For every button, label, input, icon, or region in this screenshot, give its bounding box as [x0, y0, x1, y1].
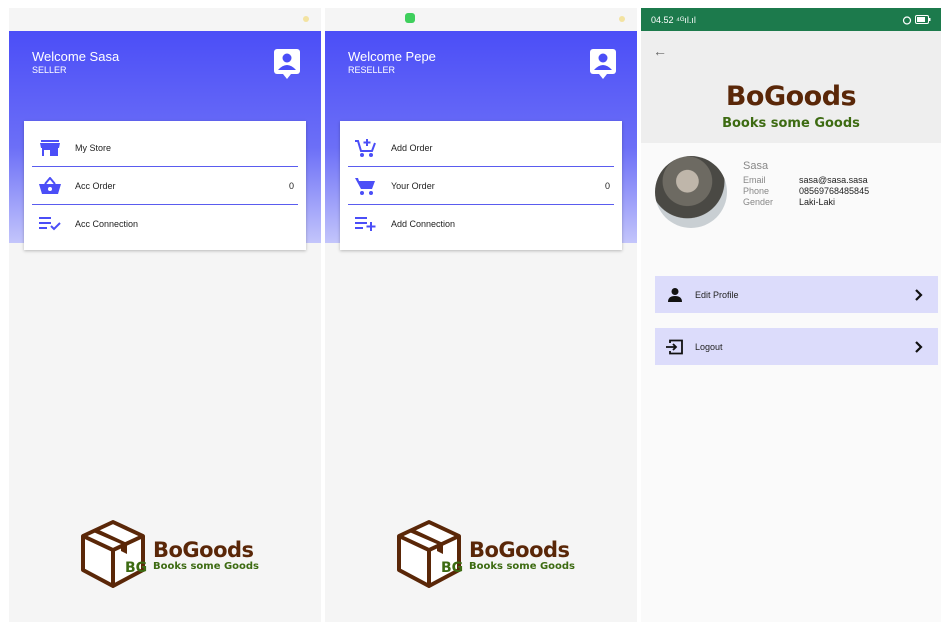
menu-label: Acc Order: [75, 180, 116, 191]
role-text: SELLER: [32, 65, 67, 75]
basket-icon: [39, 175, 61, 197]
menu-item-acc-order[interactable]: Acc Order 0: [32, 167, 298, 205]
edit-profile-button[interactable]: Edit Profile: [655, 276, 938, 313]
welcome-header: Welcome Sasa SELLER My Store Acc Order 0: [9, 31, 321, 250]
bogoods-logo: BG BoGoods Books some Goods: [77, 518, 267, 593]
brand-tagline: Books some Goods: [153, 561, 260, 572]
welcome-header: Welcome Pepe RESELLER Add Order Your Ord…: [325, 31, 637, 250]
menu-label: Acc Connection: [75, 219, 139, 229]
brand-name: BoGoods: [153, 538, 254, 562]
menu-label: Logout: [695, 341, 723, 352]
menu-label: Add Order: [391, 142, 433, 153]
status-bar: 04.52 ⁴ᴳıl.ıl: [641, 8, 941, 31]
cart-icon: [355, 175, 377, 197]
box-logo-icon: BG: [397, 520, 463, 588]
alarm-icon: [902, 15, 912, 25]
chevron-right-icon: [915, 288, 923, 301]
contact-profile-icon[interactable]: [589, 48, 617, 80]
welcome-text: Welcome Sasa: [32, 49, 120, 64]
seller-menu-card: My Store Acc Order 0 Acc Connection: [24, 121, 306, 250]
box-logo-icon: BG: [81, 520, 147, 588]
box-letters: BG: [125, 560, 147, 576]
logout-button[interactable]: Logout: [655, 328, 938, 365]
battery-icon: [915, 15, 931, 24]
profile-field-email: Email sasa@sasa.sasa: [743, 175, 869, 186]
menu-label: My Store: [75, 142, 112, 153]
brand-name: BoGoods: [725, 81, 857, 112]
brand-name: BoGoods: [469, 538, 570, 562]
profile-banner: ← BoGoods Books some Goods: [641, 31, 941, 143]
reseller-home-screen: Welcome Pepe RESELLER Add Order Your Ord…: [325, 8, 637, 622]
role-text: RESELLER: [348, 65, 396, 75]
brand-tagline: Books some Goods: [469, 561, 576, 572]
cart-plus-icon: [355, 137, 377, 159]
profile-field-phone: Phone 08569768485845: [743, 186, 869, 197]
status-dot: [303, 16, 309, 22]
menu-label: Your Order: [391, 180, 435, 191]
menu-label: Add Connection: [391, 219, 456, 229]
back-arrow-icon[interactable]: ←: [653, 43, 667, 59]
status-bar: [325, 8, 637, 31]
menu-item-add-connection[interactable]: Add Connection: [348, 205, 614, 243]
field-label: Gender: [743, 197, 774, 207]
field-value: Laki-Laki: [799, 197, 836, 207]
seller-home-screen: Welcome Sasa SELLER My Store Acc Order 0: [9, 8, 321, 622]
status-time: 04.52: [651, 14, 674, 25]
person-icon: [665, 285, 685, 305]
box-letters: BG: [441, 560, 463, 576]
chevron-right-icon: [915, 340, 923, 353]
logout-icon: [665, 337, 685, 357]
playlist-check-icon: [39, 213, 61, 235]
menu-label: Edit Profile: [695, 289, 739, 300]
order-count: 0: [288, 180, 294, 191]
menu-item-acc-connection[interactable]: Acc Connection: [32, 205, 298, 243]
playlist-add-icon: [355, 213, 377, 235]
order-count: 0: [604, 180, 610, 191]
status-dot: [619, 16, 625, 22]
profile-screen: 04.52 ⁴ᴳıl.ıl ← BoGoods Books some Goods…: [641, 8, 941, 622]
field-value: 08569768485845: [799, 186, 870, 196]
reseller-menu-card: Add Order Your Order 0 Add Connection: [340, 121, 622, 250]
contact-profile-icon[interactable]: [273, 48, 301, 80]
brand-tagline: Books some Goods: [722, 116, 860, 131]
menu-item-your-order[interactable]: Your Order 0: [348, 167, 614, 205]
status-signal: ⁴ᴳıl.ıl: [676, 14, 696, 25]
bogoods-logo: BG BoGoods Books some Goods: [393, 518, 583, 593]
status-bar: [9, 8, 321, 31]
status-right: [902, 15, 931, 25]
field-label: Email: [743, 175, 766, 185]
welcome-text: Welcome Pepe: [348, 49, 436, 64]
field-value: sasa@sasa.sasa: [799, 175, 868, 185]
profile-field-gender: Gender Laki-Laki: [743, 197, 869, 208]
profile-name: Sasa: [743, 160, 769, 172]
menu-item-add-order[interactable]: Add Order: [348, 129, 614, 167]
store-icon: [39, 137, 61, 159]
menu-item-my-store[interactable]: My Store: [32, 129, 298, 167]
whatsapp-notification-icon: [405, 13, 415, 23]
profile-info: Email sasa@sasa.sasa Phone 08569768485845 …: [743, 175, 869, 208]
avatar: [655, 156, 727, 228]
field-label: Phone: [743, 186, 770, 196]
status-left: 04.52 ⁴ᴳıl.ıl: [651, 15, 696, 25]
